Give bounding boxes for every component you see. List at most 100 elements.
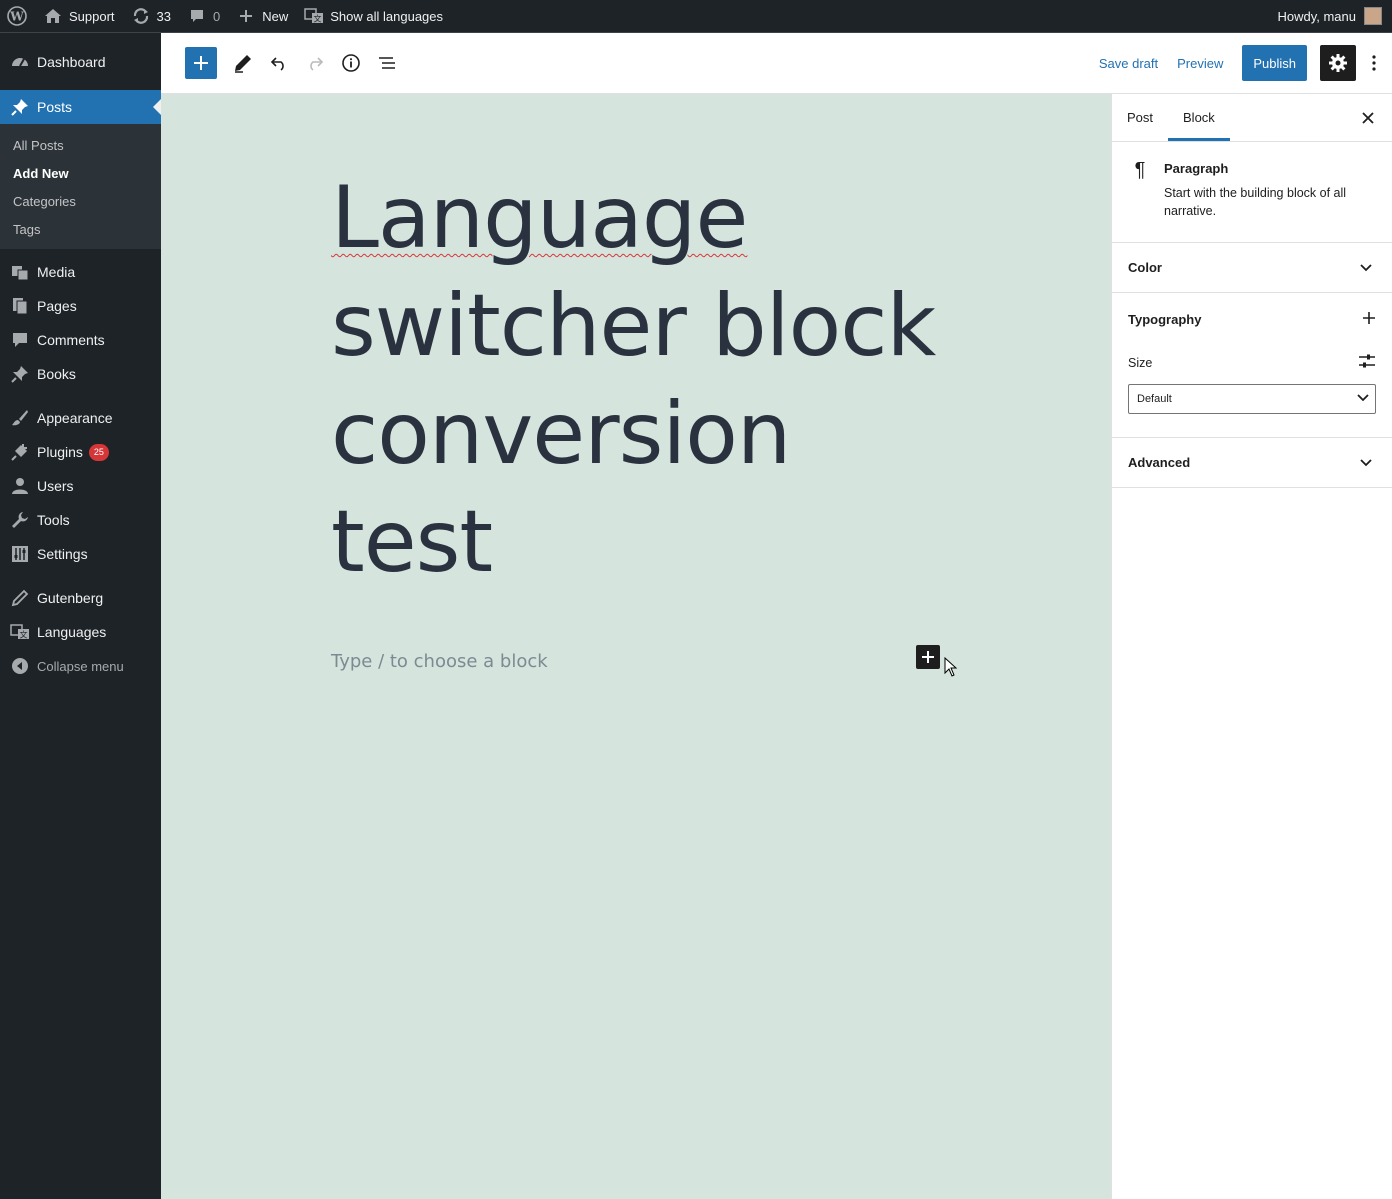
custom-size-toggle[interactable] — [1358, 353, 1376, 372]
advanced-panel-toggle[interactable]: Advanced — [1112, 438, 1392, 488]
chevron-down-icon — [1356, 258, 1376, 278]
menu-appearance[interactable]: Appearance — [0, 401, 161, 435]
svg-text:文: 文 — [314, 14, 322, 24]
admin-bar: W Support 33 0 New 文 Show all languages … — [0, 0, 1392, 33]
menu-pages-label: Pages — [37, 298, 77, 314]
menu-plugins[interactable]: Plugins 25 — [0, 435, 161, 469]
plus-icon — [236, 6, 256, 26]
preview-button[interactable]: Preview — [1171, 45, 1236, 81]
menu-gutenberg[interactable]: Gutenberg — [0, 581, 161, 615]
block-card-title: Paragraph — [1164, 161, 1229, 176]
pushpin-icon — [10, 97, 30, 117]
empty-block-placeholder[interactable]: Type / to choose a block — [331, 651, 548, 672]
menu-tools[interactable]: Tools — [0, 503, 161, 537]
comments-icon — [10, 330, 30, 350]
redo-icon — [310, 57, 324, 71]
typography-options-button[interactable] — [1362, 311, 1376, 328]
translation-icon: 文 — [10, 622, 30, 642]
languages-label: Show all languages — [330, 8, 444, 24]
redo-button[interactable] — [299, 47, 331, 79]
wrench-icon — [10, 510, 30, 530]
updates-icon — [131, 6, 151, 26]
menu-settings[interactable]: Settings — [0, 537, 161, 571]
pushpin-icon — [10, 364, 30, 384]
menu-media-label: Media — [37, 264, 76, 280]
submenu-categories[interactable]: Categories — [0, 187, 161, 215]
user-avatar[interactable] — [1364, 7, 1382, 25]
menu-comments[interactable]: Comments — [0, 323, 161, 357]
close-icon — [1362, 112, 1374, 124]
post-title[interactable]: Language switcher block conversion test — [331, 164, 971, 596]
list-view-icon — [379, 57, 395, 69]
menu-plugins-label: Plugins — [37, 444, 83, 460]
new-content-link[interactable]: New — [228, 0, 296, 33]
font-size-select[interactable]: Default — [1128, 384, 1376, 414]
menu-books[interactable]: Books — [0, 357, 161, 391]
submenu-all-posts[interactable]: All Posts — [0, 131, 161, 159]
details-button[interactable] — [335, 47, 367, 79]
menu-comments-label: Comments — [37, 332, 105, 348]
collapse-menu-label: Collapse menu — [37, 658, 124, 674]
comments-link[interactable]: 0 — [179, 0, 228, 33]
more-vertical-icon — [1372, 55, 1376, 71]
admin-sidebar: Dashboard Posts All Posts Add New Catego… — [0, 33, 161, 1199]
howdy-user[interactable]: Howdy, manu — [1277, 9, 1356, 24]
block-card: ¶ Paragraph Start with the building bloc… — [1112, 142, 1392, 243]
typography-panel: Typography Size Default — [1112, 293, 1392, 438]
typography-panel-title: Typography — [1128, 311, 1202, 327]
menu-dashboard[interactable]: Dashboard — [0, 45, 161, 79]
font-size-label: Size — [1128, 355, 1153, 370]
font-size-select-value: Default — [1137, 393, 1172, 405]
settings-sidebar: Post Block ¶ Paragraph Start with the bu… — [1111, 94, 1392, 1199]
inline-block-inserter-button[interactable] — [916, 645, 940, 669]
menu-media[interactable]: Media — [0, 255, 161, 289]
translation-icon: 文 — [304, 6, 324, 26]
undo-button[interactable] — [263, 47, 295, 79]
plus-icon — [194, 56, 208, 70]
submenu-add-new[interactable]: Add New — [0, 159, 161, 187]
svg-text:W: W — [9, 10, 24, 24]
menu-languages-label: Languages — [37, 624, 107, 640]
post-title-rest: switcher block conversion test — [331, 276, 936, 592]
comment-bubble-icon — [187, 6, 207, 26]
media-icon — [10, 262, 30, 282]
publish-button[interactable]: Publish — [1242, 45, 1307, 81]
updates-link[interactable]: 33 — [123, 0, 179, 33]
list-view-button[interactable] — [371, 47, 403, 79]
menu-posts[interactable]: Posts — [0, 90, 161, 124]
pages-icon — [10, 296, 30, 316]
block-card-description: Start with the building block of all nar… — [1164, 186, 1347, 218]
color-panel-toggle[interactable]: Color — [1112, 243, 1392, 293]
block-inserter-button[interactable] — [185, 47, 217, 79]
new-label: New — [262, 8, 289, 24]
updates-count: 33 — [156, 8, 172, 24]
menu-users-label: Users — [37, 478, 74, 494]
site-name-link[interactable]: Support — [35, 0, 123, 33]
submenu-tags[interactable]: Tags — [0, 215, 161, 243]
plus-icon — [1363, 311, 1375, 324]
menu-tools-label: Tools — [37, 512, 70, 528]
user-icon — [10, 476, 30, 496]
svg-text:文: 文 — [20, 630, 28, 640]
menu-pages[interactable]: Pages — [0, 289, 161, 323]
tools-edit-button[interactable] — [227, 47, 259, 79]
dashboard-icon — [10, 52, 30, 72]
menu-appearance-label: Appearance — [37, 410, 113, 426]
wordpress-logo-button[interactable]: W — [0, 0, 35, 33]
editor-header: Save draft Preview Publish — [161, 33, 1392, 94]
paintbrush-icon — [10, 408, 30, 428]
settings-toggle-button[interactable] — [1320, 45, 1356, 81]
tab-post[interactable]: Post — [1112, 94, 1168, 141]
menu-users[interactable]: Users — [0, 469, 161, 503]
tab-block[interactable]: Block — [1168, 94, 1230, 141]
languages-filter-link[interactable]: 文 Show all languages — [296, 0, 451, 33]
menu-gutenberg-label: Gutenberg — [37, 590, 104, 606]
settings-sliders-icon — [1359, 354, 1375, 368]
menu-languages[interactable]: 文 Languages — [0, 615, 161, 649]
close-settings-button[interactable] — [1358, 108, 1378, 128]
options-menu-button[interactable] — [1356, 45, 1392, 81]
save-draft-button[interactable]: Save draft — [1086, 45, 1171, 81]
info-icon — [342, 54, 360, 72]
chevron-down-icon — [1357, 393, 1369, 405]
collapse-menu-button[interactable]: Collapse menu — [0, 649, 161, 683]
